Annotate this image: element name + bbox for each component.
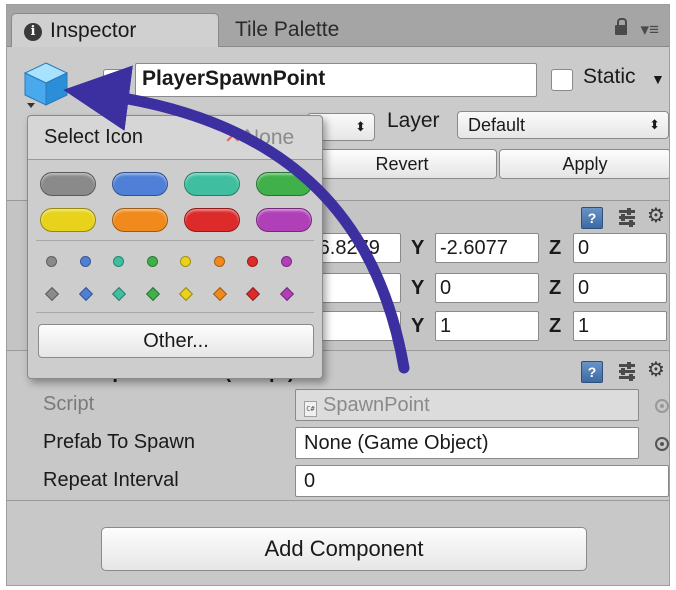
- layer-dropdown-arrows: ⬍: [649, 117, 660, 132]
- label-icon-swatch[interactable]: [112, 172, 168, 196]
- layer-value: Default: [468, 115, 526, 135]
- gameobject-cube-icon[interactable]: [21, 59, 71, 109]
- dot-icon-swatch[interactable]: [247, 256, 258, 267]
- revert-button[interactable]: Revert: [307, 149, 497, 179]
- dot-icon-swatch[interactable]: [79, 256, 91, 267]
- layer-dropdown[interactable]: Default ⬍: [457, 111, 669, 139]
- other-icon-button[interactable]: Other...: [38, 324, 314, 358]
- tab-tile-palette-label: Tile Palette: [235, 18, 340, 41]
- dot-icon-swatch[interactable]: [280, 256, 292, 267]
- dot-icon-swatch[interactable]: [113, 256, 124, 267]
- rotation-y-axis-label[interactable]: Y: [411, 273, 424, 303]
- popup-title: Select Icon: [44, 126, 143, 148]
- script-field: C# SpawnPoint: [295, 389, 639, 421]
- repeat-interval-field[interactable]: 0: [295, 465, 669, 497]
- rotation-z-field[interactable]: 0: [573, 273, 667, 303]
- static-dropdown-caret[interactable]: ▼: [651, 71, 665, 87]
- lock-icon[interactable]: [615, 18, 627, 35]
- script-value: SpawnPoint: [323, 394, 430, 416]
- preset-sliders-icon[interactable]: [617, 361, 637, 381]
- menu-icon[interactable]: ▾≡: [641, 21, 659, 39]
- popup-separator: [36, 312, 314, 313]
- label-icon-swatch[interactable]: [256, 172, 312, 196]
- tab-tile-palette[interactable]: Tile Palette: [223, 13, 423, 47]
- object-picker-icon: [655, 399, 669, 413]
- diamond-icon-swatch[interactable]: [145, 286, 160, 302]
- layer-label: Layer: [387, 109, 440, 132]
- static-checkbox[interactable]: [551, 69, 573, 91]
- label-icon-swatch[interactable]: [40, 172, 96, 196]
- diamond-icon-swatch[interactable]: [78, 286, 93, 302]
- object-picker-icon[interactable]: [655, 437, 669, 451]
- position-y-field[interactable]: -2.6077: [435, 233, 539, 263]
- diamond-icon-swatch[interactable]: [212, 286, 227, 302]
- label-icon-swatch[interactable]: [40, 208, 96, 232]
- none-icon[interactable]: ✕: [224, 125, 242, 149]
- apply-button[interactable]: Apply: [499, 149, 669, 179]
- tag-dropdown-arrows: ⬍: [355, 119, 366, 134]
- label-icon-swatch[interactable]: [184, 208, 240, 232]
- active-checkbox[interactable]: ✔: [103, 69, 125, 91]
- repeat-interval-label: Repeat Interval: [43, 469, 179, 491]
- help-book-icon[interactable]: [581, 207, 603, 229]
- inspector-window: i Inspector Tile Palette ▾≡ ✔ PlayerSpawn…: [6, 4, 670, 586]
- dot-icon-swatch[interactable]: [146, 256, 158, 267]
- preset-sliders-icon[interactable]: [617, 207, 637, 227]
- dot-icon-swatch[interactable]: [213, 256, 225, 267]
- tab-inspector[interactable]: i Inspector: [11, 13, 219, 47]
- gear-icon[interactable]: ⚙: [647, 205, 665, 227]
- popup-separator: [36, 240, 314, 241]
- scale-z-axis-label[interactable]: Z: [549, 311, 561, 341]
- rotation-z-axis-label[interactable]: Z: [549, 273, 561, 303]
- none-button[interactable]: None: [244, 126, 294, 150]
- scale-z-field[interactable]: 1: [573, 311, 667, 341]
- label-icon-swatch[interactable]: [184, 172, 240, 196]
- prefab-to-spawn-field[interactable]: None (Game Object): [295, 427, 639, 459]
- diamond-icon-swatch[interactable]: [44, 286, 60, 302]
- label-icon-swatch[interactable]: [112, 208, 168, 232]
- tab-inspector-label: Inspector: [50, 19, 137, 42]
- prefab-to-spawn-label: Prefab To Spawn: [43, 431, 195, 453]
- scale-y-axis-label[interactable]: Y: [411, 311, 424, 341]
- diamond-icon-swatch[interactable]: [245, 286, 261, 302]
- diamond-icon-swatch[interactable]: [178, 286, 194, 302]
- position-z-field[interactable]: 0: [573, 233, 667, 263]
- info-icon: i: [24, 23, 42, 41]
- script-label: Script: [43, 393, 95, 415]
- diamond-icon-swatch[interactable]: [111, 286, 127, 302]
- diamond-icon-swatch[interactable]: [279, 286, 294, 302]
- tab-bar: i Inspector Tile Palette ▾≡: [7, 5, 669, 47]
- position-y-axis-label[interactable]: Y: [411, 233, 424, 263]
- dot-icon-swatch[interactable]: [180, 256, 191, 267]
- script-file-icon: C#: [304, 401, 317, 417]
- select-icon-popup: Select Icon ✕ None Other...: [27, 115, 323, 379]
- label-icon-swatch[interactable]: [256, 208, 312, 232]
- object-name-field[interactable]: PlayerSpawnPoint: [135, 63, 537, 97]
- static-label: Static: [583, 65, 636, 88]
- scale-y-field[interactable]: 1: [435, 311, 539, 341]
- add-component-button[interactable]: Add Component: [101, 527, 587, 571]
- rotation-y-field[interactable]: 0: [435, 273, 539, 303]
- gear-icon[interactable]: ⚙: [647, 359, 665, 381]
- dot-icon-swatch[interactable]: [46, 256, 57, 267]
- popup-header: Select Icon ✕ None: [28, 116, 322, 160]
- help-book-icon[interactable]: [581, 361, 603, 383]
- position-z-axis-label[interactable]: Z: [549, 233, 561, 263]
